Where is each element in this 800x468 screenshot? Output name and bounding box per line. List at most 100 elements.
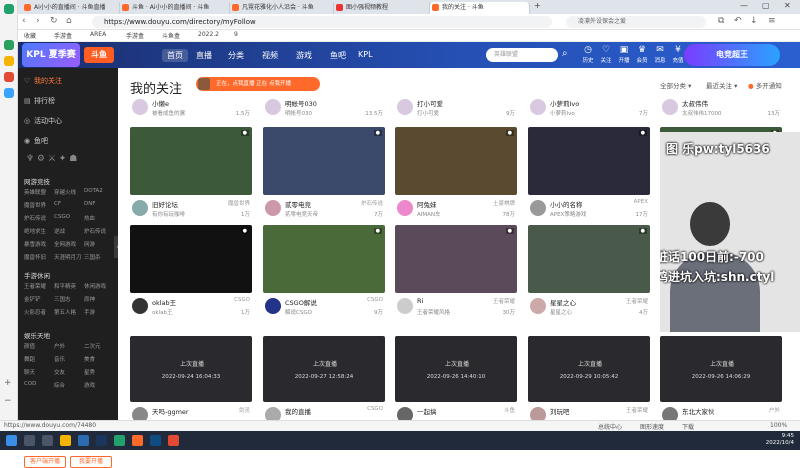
category-link[interactable]: 英雄联盟 (24, 188, 46, 196)
card-game[interactable]: 斗鱼 (504, 406, 515, 414)
replay-thumbnail[interactable]: 上次直播 2022-09-26 14:06:29 (660, 336, 782, 402)
stream-thumbnail[interactable]: ● (263, 127, 385, 195)
card-title[interactable]: Ri (417, 297, 487, 305)
avatar[interactable] (265, 298, 281, 314)
search-icon[interactable]: ⌕ (562, 48, 568, 59)
card-title[interactable]: 我的直播 (285, 406, 355, 416)
replay-card[interactable]: 上次直播 2022-09-27 12:58:24 我的直播 CSGO (263, 336, 385, 431)
download-icon[interactable]: ↓ (750, 16, 758, 26)
category-link[interactable]: 和平精英 (54, 282, 76, 290)
stream-card[interactable]: ● 星星之心 王者荣耀 星星之心 4万 (528, 225, 650, 321)
card-title[interactable]: 太叔伟伟 (682, 98, 752, 108)
category-link[interactable]: 游戏 (84, 381, 95, 389)
category-link[interactable]: 三国志 (54, 295, 71, 303)
avatar[interactable] (132, 298, 148, 314)
sidebar-item-yuba[interactable]: ◉ 鱼吧 (24, 136, 48, 146)
replay-card[interactable]: 上次直播 2022-09-29 10:05:42 刘玩吧 王者荣耀 (528, 336, 650, 431)
stream-card[interactable]: ● CSGO解说 CSGO 解说CSGO 9万 (263, 225, 385, 321)
card-title[interactable]: 刘玩吧 (550, 406, 620, 416)
category-link[interactable]: 绝地求生 (24, 227, 46, 235)
floating-video-overlay[interactable]: 图 乐pw:tyl5636 可脏话100日前:-700 吃鸡进坑入坑:shn.c… (660, 132, 800, 332)
stream-thumbnail[interactable]: ● (263, 225, 385, 293)
card-game[interactable]: CSGO (367, 297, 383, 303)
stream-card[interactable]: ● 阿兔妹 土豪棋牌 AIMAN车 78万 (395, 127, 517, 223)
close-icon[interactable]: ✕ (784, 1, 791, 10)
category-link[interactable]: 休闲游戏 (84, 282, 106, 290)
category-link[interactable]: 火影忍者 (24, 308, 46, 316)
category-link[interactable]: 第五人格 (54, 308, 76, 316)
stream-card[interactable]: 太叔伟伟 太叔伟伟17000 13万 (660, 96, 782, 118)
stream-card[interactable]: ● oklab王 CSGO oklab王 1万 (130, 225, 252, 321)
chrome-icon[interactable] (168, 435, 179, 446)
category-link[interactable]: 美食 (84, 355, 95, 363)
card-game[interactable]: 王者荣耀 (626, 297, 648, 305)
avatar[interactable] (397, 298, 413, 314)
card-game[interactable]: 魔兽世界 (228, 199, 250, 207)
avatar[interactable] (397, 99, 413, 115)
avatar[interactable] (662, 99, 678, 115)
stream-thumbnail[interactable]: ● (395, 225, 517, 293)
nav-video[interactable]: 视频 (262, 50, 278, 61)
stream-thumbnail[interactable]: ● (528, 127, 650, 195)
category-link[interactable]: 金铲铲 (24, 295, 41, 303)
browser-logo-icon[interactable] (4, 4, 14, 14)
stream-card[interactable]: ● 小小的名称 APEX APEX策略游戏 17万 (528, 127, 650, 223)
replay-card[interactable]: 上次直播 2022-09-26 14:40:10 一起搞 斗鱼 (395, 336, 517, 431)
bookmark-item[interactable]: AREA (90, 31, 106, 38)
category-link[interactable]: 交友 (54, 368, 65, 376)
stream-thumbnail[interactable]: ● (395, 127, 517, 195)
side-app-icon[interactable] (4, 40, 14, 50)
card-game[interactable]: 王者荣耀 (493, 297, 515, 305)
filter-dropdown[interactable]: 最近关注 ▾ (706, 80, 737, 90)
card-title[interactable]: 东北大家伙 (682, 406, 752, 416)
nav-home[interactable]: 首页 (162, 49, 188, 62)
card-game[interactable]: APEX (634, 199, 648, 205)
undo-icon[interactable]: ↶ (734, 16, 742, 26)
card-title[interactable]: 小小的名称 (550, 199, 620, 209)
avatar[interactable] (132, 99, 148, 115)
status-item[interactable]: 总统中心 (598, 422, 622, 431)
browser-tab[interactable]: Ai小小的直播间 · 斗鱼直播 (22, 2, 120, 14)
zoom-level[interactable]: 100% (770, 422, 787, 429)
bookmark-item[interactable]: 手游盒 (54, 31, 72, 40)
stream-card[interactable]: 打小可爱 打小可爱 9万 (395, 96, 517, 118)
card-title[interactable]: 小懒e (152, 98, 222, 108)
douyu-logo[interactable]: 斗鱼 (84, 47, 114, 63)
avatar[interactable] (530, 99, 546, 115)
category-link[interactable]: 炉石传说 (24, 214, 46, 222)
star-icon[interactable] (4, 56, 14, 66)
avatar[interactable] (530, 298, 546, 314)
category-link[interactable]: 二次元 (84, 342, 101, 350)
category-link[interactable]: 热血 (84, 214, 95, 222)
start-broadcast-button[interactable]: 我要开播 (70, 456, 112, 468)
category-link[interactable]: 舞蹈 (24, 355, 35, 363)
card-title[interactable]: 小萝莉Ivo (550, 98, 620, 108)
side-app-icon[interactable] (4, 88, 14, 98)
browser-tab-active[interactable]: 我的关注 · 斗鱼 (430, 2, 530, 14)
nav-category[interactable]: 分类 (228, 50, 244, 61)
app-icon[interactable] (96, 435, 107, 446)
category-link[interactable]: 音乐 (54, 355, 65, 363)
explorer-icon[interactable] (60, 435, 71, 446)
card-title[interactable]: 天吗-ggmer (152, 406, 222, 416)
replay-thumbnail[interactable]: 上次直播 2022-09-24 16:04:33 (130, 336, 252, 402)
sidebar-item-activity[interactable]: ◎ 活动中心 (24, 116, 62, 126)
maximize-icon[interactable]: ▢ (762, 1, 770, 10)
replay-card[interactable]: 上次直播 2022-09-26 14:06:29 东北大家伙 户外 (660, 336, 782, 431)
category-link[interactable]: 手游 (84, 308, 95, 316)
bookmark-item[interactable]: 2022.2 (198, 31, 219, 38)
category-link[interactable]: CSGO (54, 214, 70, 220)
stream-card[interactable]: ● 旧好论坛 魔兽世界 有你有玩咖啡 1万 (130, 127, 252, 223)
category-link[interactable]: 天涯明月刀 (54, 253, 82, 261)
card-game[interactable]: 土豪棋牌 (493, 199, 515, 207)
notify-button[interactable]: ● 多开通知 (748, 80, 782, 90)
sort-dropdown[interactable]: 全部分类 ▾ (660, 80, 691, 90)
extension-icon[interactable]: ⧉ (718, 16, 724, 26)
category-link[interactable]: 原神 (84, 295, 95, 303)
replay-thumbnail[interactable]: 上次直播 2022-09-26 14:40:10 (395, 336, 517, 402)
category-link[interactable]: 穿越火线 (54, 188, 76, 196)
card-title[interactable]: 旧好论坛 (152, 199, 222, 209)
browser-tab[interactable]: 凡霓花雅化小人沿会 · 斗鱼 (230, 2, 334, 14)
category-link[interactable]: 聊天 (24, 368, 35, 376)
sidebar-item-follow[interactable]: ♡ 我的关注 (24, 76, 62, 86)
